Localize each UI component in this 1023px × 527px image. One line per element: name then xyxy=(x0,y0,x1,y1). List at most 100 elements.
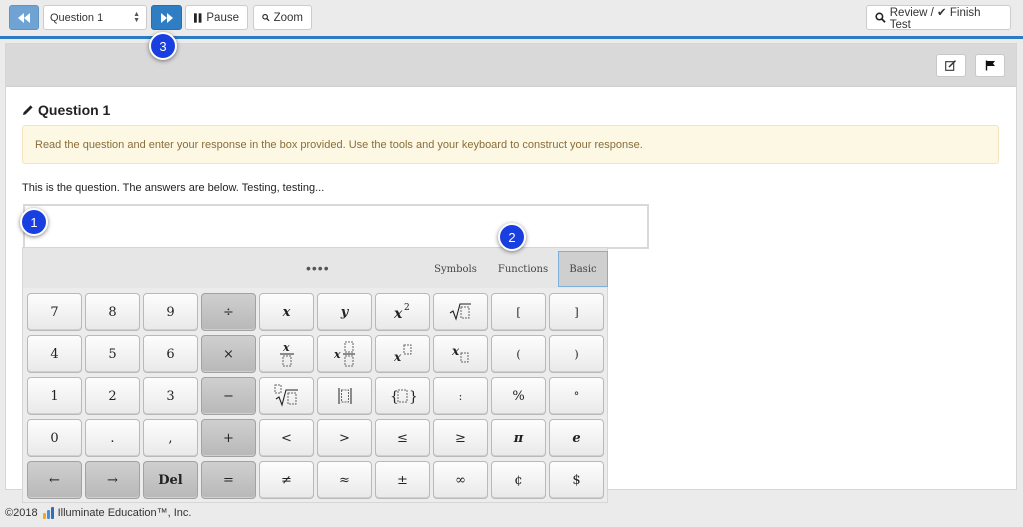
key-x[interactable]: x xyxy=(259,293,314,331)
svg-text:2: 2 xyxy=(404,303,410,313)
key-greater-than[interactable]: > xyxy=(317,419,372,457)
key-nth-root[interactable] xyxy=(259,377,314,415)
key-3[interactable]: 3 xyxy=(143,377,198,415)
key-left-bracket[interactable]: [ xyxy=(491,293,546,331)
key-1[interactable]: 1 xyxy=(27,377,82,415)
key-comma[interactable]: , xyxy=(143,419,198,457)
key-9[interactable]: 9 xyxy=(143,293,198,331)
fast-forward-icon xyxy=(160,12,173,23)
question-title-text: Question 1 xyxy=(38,102,111,118)
svg-text:x: x xyxy=(451,344,460,358)
fraction-icon: x xyxy=(279,341,294,367)
key-left-paren[interactable]: ( xyxy=(491,335,546,373)
question-select-value: Question 1 xyxy=(50,11,104,24)
notes-button[interactable] xyxy=(936,54,966,77)
key-6[interactable]: 6 xyxy=(143,335,198,373)
key-dollar[interactable]: $ xyxy=(549,461,604,499)
tab-symbols[interactable]: Symbols xyxy=(428,251,483,287)
key-absolute-value[interactable] xyxy=(317,377,372,415)
key-0[interactable]: 0 xyxy=(27,419,82,457)
svg-text:x: x xyxy=(333,348,341,361)
x-squared-icon: x2 xyxy=(393,303,410,322)
answer-input[interactable] xyxy=(23,204,649,249)
key-5[interactable]: 5 xyxy=(85,335,140,373)
rewind-icon xyxy=(18,12,30,23)
tab-functions[interactable]: Functions xyxy=(493,251,553,287)
key-colon[interactable]: : xyxy=(433,377,488,415)
instructions-alert: Read the question and enter your respons… xyxy=(22,125,999,164)
key-less-than[interactable]: < xyxy=(259,419,314,457)
keyboard-drag-handle[interactable]: •••• xyxy=(306,260,330,276)
svg-text:x: x xyxy=(393,350,402,364)
key-not-equal[interactable]: ≠ xyxy=(259,461,314,499)
top-toolbar: Question 1 ▲ ▼ Pause Zoom Review / ✔ Fini… xyxy=(0,0,1023,36)
zoom-button[interactable]: Zoom xyxy=(253,5,312,30)
edit-icon xyxy=(945,60,957,71)
mixed-fraction-icon: x xyxy=(333,341,355,367)
key-minus[interactable]: − xyxy=(201,377,256,415)
pause-label: Pause xyxy=(206,11,239,24)
key-equals[interactable]: = xyxy=(201,461,256,499)
footer: ©2018 Illuminate Education™, Inc. xyxy=(5,507,191,519)
flag-button[interactable] xyxy=(975,54,1005,77)
key-power[interactable]: x xyxy=(375,335,430,373)
key-7[interactable]: 7 xyxy=(27,293,82,331)
keyboard-tabs: •••• Symbols Functions Basic xyxy=(23,248,608,288)
key-fraction[interactable]: x xyxy=(259,335,314,373)
pause-button[interactable]: Pause xyxy=(185,5,248,30)
key-mixed-fraction[interactable]: x xyxy=(317,335,372,373)
zoom-label: Zoom xyxy=(273,11,303,24)
key-subscript[interactable]: x xyxy=(433,335,488,373)
tab-basic[interactable]: Basic xyxy=(558,251,608,287)
search-icon xyxy=(875,12,886,23)
square-root-icon xyxy=(449,303,471,321)
key-percent[interactable]: % xyxy=(491,377,546,415)
key-right-paren[interactable]: ) xyxy=(549,335,604,373)
key-infinity[interactable]: ∞ xyxy=(433,461,488,499)
search-icon xyxy=(262,13,270,22)
question-select[interactable]: Question 1 ▲ ▼ xyxy=(43,5,147,30)
key-pi[interactable]: π xyxy=(491,419,546,457)
key-plus-minus[interactable]: ± xyxy=(375,461,430,499)
review-finish-button[interactable]: Review / ✔ Finish Test xyxy=(866,5,1011,31)
select-arrows-icon: ▲ ▼ xyxy=(133,10,140,24)
key-braces[interactable]: {} xyxy=(375,377,430,415)
key-approx[interactable]: ≈ xyxy=(317,461,372,499)
key-divide[interactable]: ÷ xyxy=(201,293,256,331)
svg-text:x: x xyxy=(393,306,403,322)
key-y[interactable]: y xyxy=(317,293,372,331)
power-icon: x xyxy=(393,344,411,364)
key-square-root[interactable] xyxy=(433,293,488,331)
key-8[interactable]: 8 xyxy=(85,293,140,331)
key-e[interactable]: e xyxy=(549,419,604,457)
key-right-bracket[interactable]: ] xyxy=(549,293,604,331)
flag-icon xyxy=(985,60,995,71)
next-question-button[interactable] xyxy=(151,5,182,30)
question-title: Question 1 xyxy=(22,102,110,118)
key-less-equal[interactable]: ≤ xyxy=(375,419,430,457)
question-text: This is the question. The answers are be… xyxy=(22,182,325,194)
svg-text:}: } xyxy=(409,389,416,405)
absolute-value-icon xyxy=(338,388,351,404)
key-cent[interactable]: ¢ xyxy=(491,461,546,499)
key-right-arrow[interactable]: → xyxy=(85,461,140,499)
braces-icon: {} xyxy=(390,389,416,405)
key-delete[interactable]: Del xyxy=(143,461,198,499)
pencil-icon xyxy=(23,105,33,115)
subscript-icon: x xyxy=(451,344,468,363)
copyright-text: ©2018 xyxy=(5,507,38,519)
pause-icon xyxy=(194,12,202,23)
key-degree[interactable]: ° xyxy=(549,377,604,415)
key-left-arrow[interactable]: ← xyxy=(27,461,82,499)
key-4[interactable]: 4 xyxy=(27,335,82,373)
instructions-text: Read the question and enter your respons… xyxy=(35,138,643,151)
callout-3: 3 xyxy=(149,32,177,60)
key-greater-equal[interactable]: ≥ xyxy=(433,419,488,457)
key-multiply[interactable]: × xyxy=(201,335,256,373)
key-2[interactable]: 2 xyxy=(85,377,140,415)
key-x-squared[interactable]: x2 xyxy=(375,293,430,331)
key-decimal[interactable]: . xyxy=(85,419,140,457)
key-plus[interactable]: + xyxy=(201,419,256,457)
callout-2: 2 xyxy=(498,223,526,251)
previous-question-button[interactable] xyxy=(9,5,39,30)
